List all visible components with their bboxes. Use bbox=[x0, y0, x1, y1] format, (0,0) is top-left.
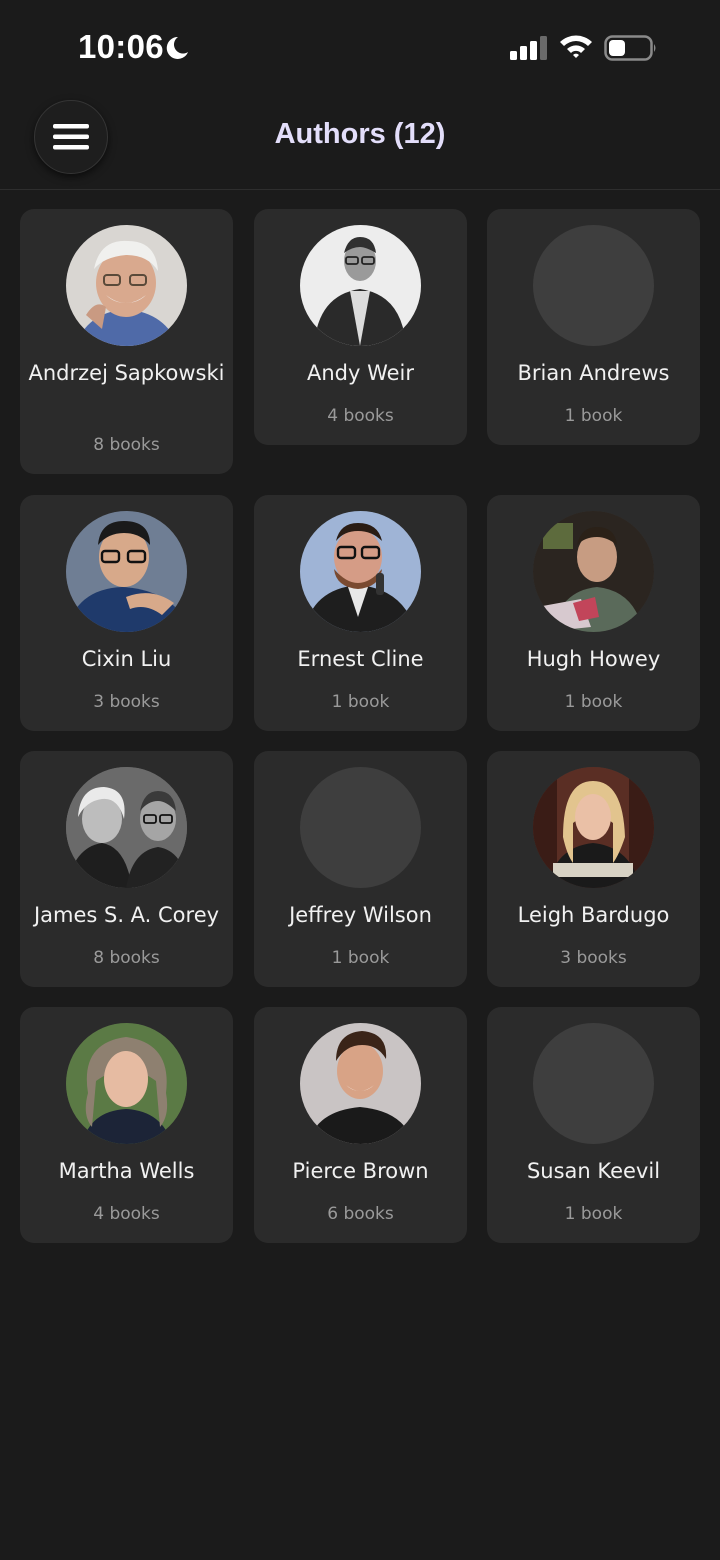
author-card[interactable]: Leigh Bardugo 3 books bbox=[487, 751, 700, 987]
author-card[interactable]: Jeffrey Wilson 1 book bbox=[254, 751, 467, 987]
author-photo bbox=[533, 511, 654, 632]
battery-icon bbox=[604, 35, 656, 61]
author-card[interactable]: Andrzej Sapkowski 8 books bbox=[20, 209, 233, 474]
book-count: 6 books bbox=[327, 1204, 394, 1224]
author-card[interactable]: Andy Weir 4 books bbox=[254, 209, 467, 445]
author-name: Andy Weir bbox=[306, 361, 415, 385]
book-count: 8 books bbox=[93, 948, 160, 968]
wifi-icon bbox=[560, 35, 592, 58]
author-card[interactable]: James S. A. Corey 8 books bbox=[20, 751, 233, 987]
author-name: James S. A. Corey bbox=[33, 903, 220, 927]
author-card[interactable]: Susan Keevil 1 book bbox=[487, 1007, 700, 1243]
author-photo bbox=[533, 767, 654, 888]
author-photo-placeholder bbox=[300, 767, 421, 888]
author-photo bbox=[66, 225, 187, 346]
app-header: Authors (12) bbox=[0, 96, 720, 190]
author-name: Jeffrey Wilson bbox=[289, 903, 432, 927]
author-photo bbox=[66, 767, 187, 888]
author-name: Brian Andrews bbox=[517, 361, 670, 385]
author-name: Susan Keevil bbox=[526, 1159, 661, 1183]
book-count: 1 book bbox=[564, 1204, 623, 1224]
book-count: 3 books bbox=[93, 692, 160, 712]
author-card[interactable]: Martha Wells 4 books bbox=[20, 1007, 233, 1243]
page-title: Authors (12) bbox=[274, 118, 446, 150]
moon-icon bbox=[166, 36, 188, 59]
author-name: Pierce Brown bbox=[292, 1159, 429, 1183]
author-name: Ernest Cline bbox=[297, 647, 424, 671]
author-card[interactable]: Ernest Cline 1 book bbox=[254, 495, 467, 731]
cellular-signal-icon bbox=[510, 36, 547, 60]
author-name: Leigh Bardugo bbox=[517, 903, 670, 927]
author-photo bbox=[66, 1023, 187, 1144]
author-photo bbox=[66, 511, 187, 632]
book-count: 1 book bbox=[331, 948, 390, 968]
author-name: Cixin Liu bbox=[81, 647, 172, 671]
author-photo bbox=[300, 225, 421, 346]
author-card[interactable]: Pierce Brown 6 books bbox=[254, 1007, 467, 1243]
author-card[interactable]: Brian Andrews 1 book bbox=[487, 209, 700, 445]
book-count: 1 book bbox=[564, 406, 623, 426]
author-photo bbox=[300, 1023, 421, 1144]
author-card[interactable]: Cixin Liu 3 books bbox=[20, 495, 233, 731]
author-photo bbox=[300, 511, 421, 632]
book-count: 8 books bbox=[93, 435, 160, 455]
book-count: 1 book bbox=[331, 692, 390, 712]
book-count: 1 book bbox=[564, 692, 623, 712]
status-bar: 10:06 bbox=[0, 0, 720, 96]
book-count: 3 books bbox=[560, 948, 627, 968]
book-count: 4 books bbox=[93, 1204, 160, 1224]
author-name: Martha Wells bbox=[58, 1159, 195, 1183]
status-time: 10:06 bbox=[78, 28, 164, 65]
author-name: Andrzej Sapkowski bbox=[28, 361, 225, 385]
book-count: 4 books bbox=[327, 406, 394, 426]
author-photo-placeholder bbox=[533, 225, 654, 346]
author-card[interactable]: Hugh Howey 1 book bbox=[487, 495, 700, 731]
author-name: Hugh Howey bbox=[526, 647, 661, 671]
author-photo-placeholder bbox=[533, 1023, 654, 1144]
